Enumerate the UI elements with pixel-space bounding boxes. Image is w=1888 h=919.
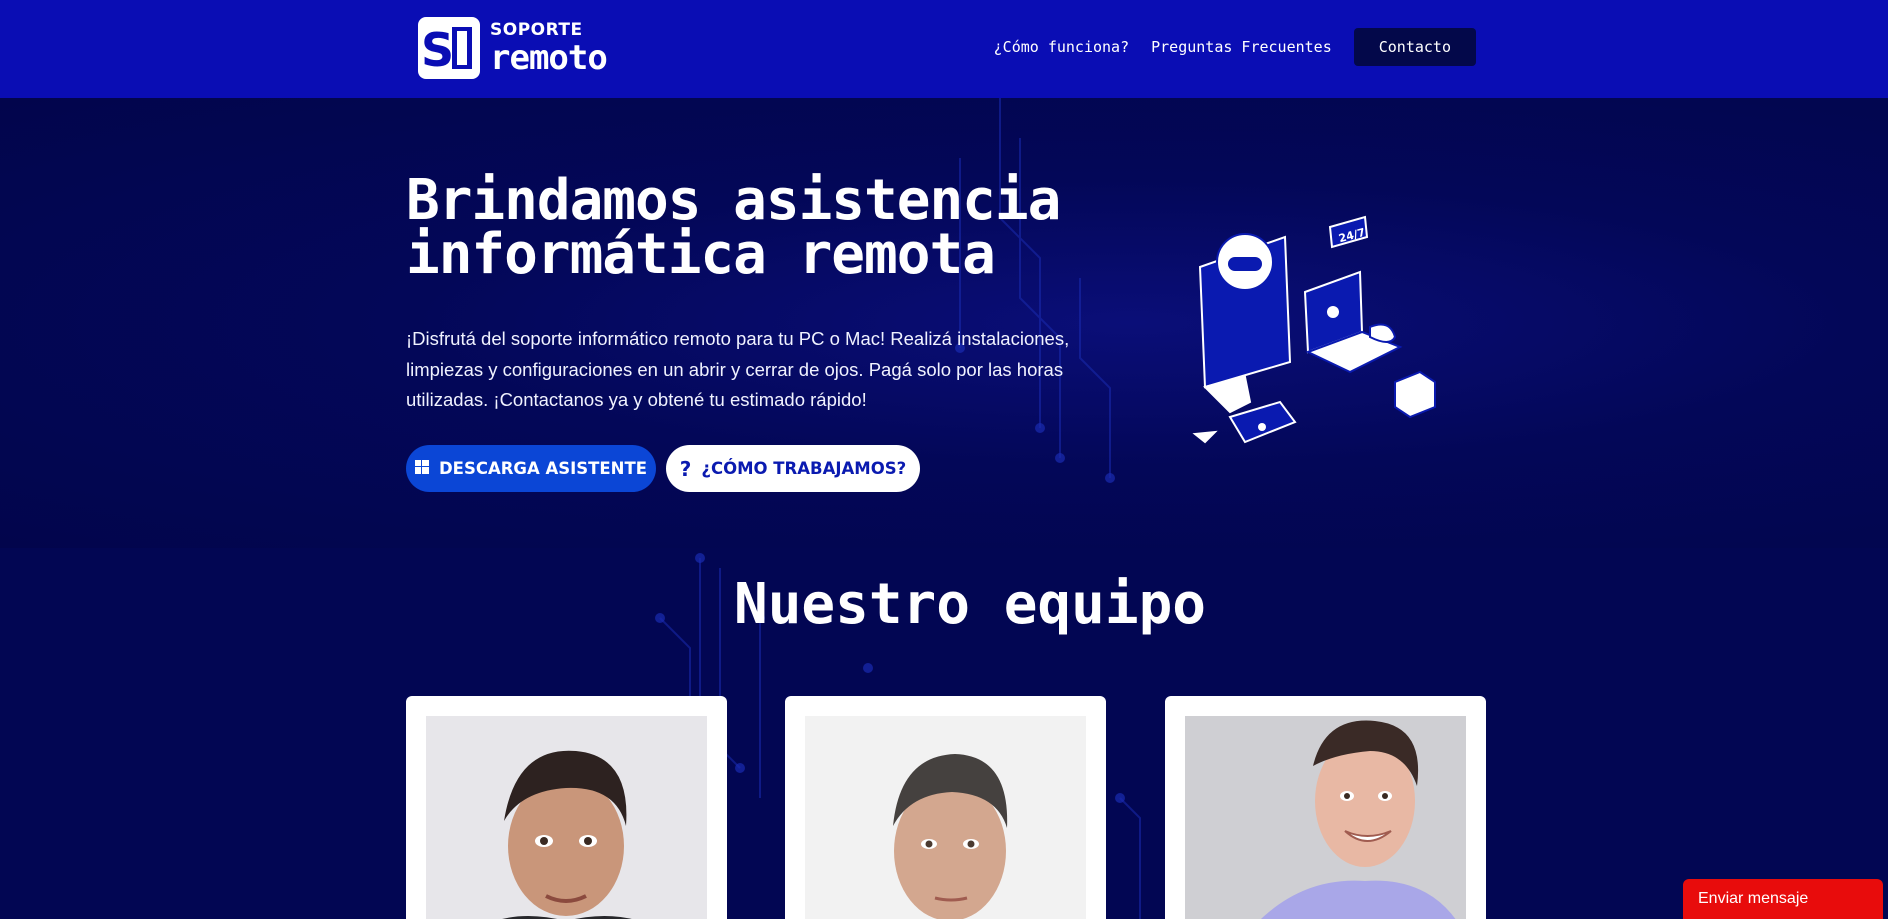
windows-icon xyxy=(414,459,429,478)
site-header: S SOPORTE remoto ¿Cómo funciona? Pregunt… xyxy=(0,0,1888,98)
logo-icon: S xyxy=(418,17,480,79)
team-member-photo xyxy=(1185,716,1466,919)
hero-title-line-2: informática remota xyxy=(406,222,996,287)
team-member-photo xyxy=(805,716,1086,919)
send-message-chat-button[interactable]: Enviar mensaje xyxy=(1683,879,1883,919)
nav-link-faq[interactable]: Preguntas Frecuentes xyxy=(1151,38,1332,56)
logo-text-small: SOPORTE xyxy=(490,19,583,40)
logo-text-big: remoto xyxy=(490,37,608,78)
hero-description: ¡Disfrutá del soporte informático remoto… xyxy=(406,328,1070,410)
how-we-work-label: ¿CÓMO TRABAJAMOS? xyxy=(701,459,907,478)
download-assistant-label: DESCARGA ASISTENTE xyxy=(438,459,648,478)
hero-background xyxy=(0,98,1888,548)
team-member-card xyxy=(1165,696,1486,919)
logo-link[interactable]: S SOPORTE remoto xyxy=(418,16,628,80)
contact-button[interactable]: Contacto xyxy=(1353,28,1476,66)
team-member-photo xyxy=(426,716,707,919)
main-nav: ¿Cómo funciona? Preguntas Frecuentes Con… xyxy=(994,28,1476,66)
hero-title: Brindamos asistencia informática remota xyxy=(406,173,1126,283)
question-icon: ? xyxy=(679,456,692,481)
how-we-work-button[interactable]: ? ¿CÓMO TRABAJAMOS? xyxy=(666,445,920,492)
team-member-card xyxy=(785,696,1106,919)
svg-text:S: S xyxy=(421,23,454,77)
team-title: Nuestro equipo xyxy=(733,572,1206,637)
nav-link-how-it-works[interactable]: ¿Cómo funciona? xyxy=(994,38,1129,56)
team-member-card xyxy=(406,696,727,919)
remote-support-illustration: 24/7 xyxy=(1192,215,1436,444)
download-assistant-button[interactable]: DESCARGA ASISTENTE xyxy=(406,445,656,492)
